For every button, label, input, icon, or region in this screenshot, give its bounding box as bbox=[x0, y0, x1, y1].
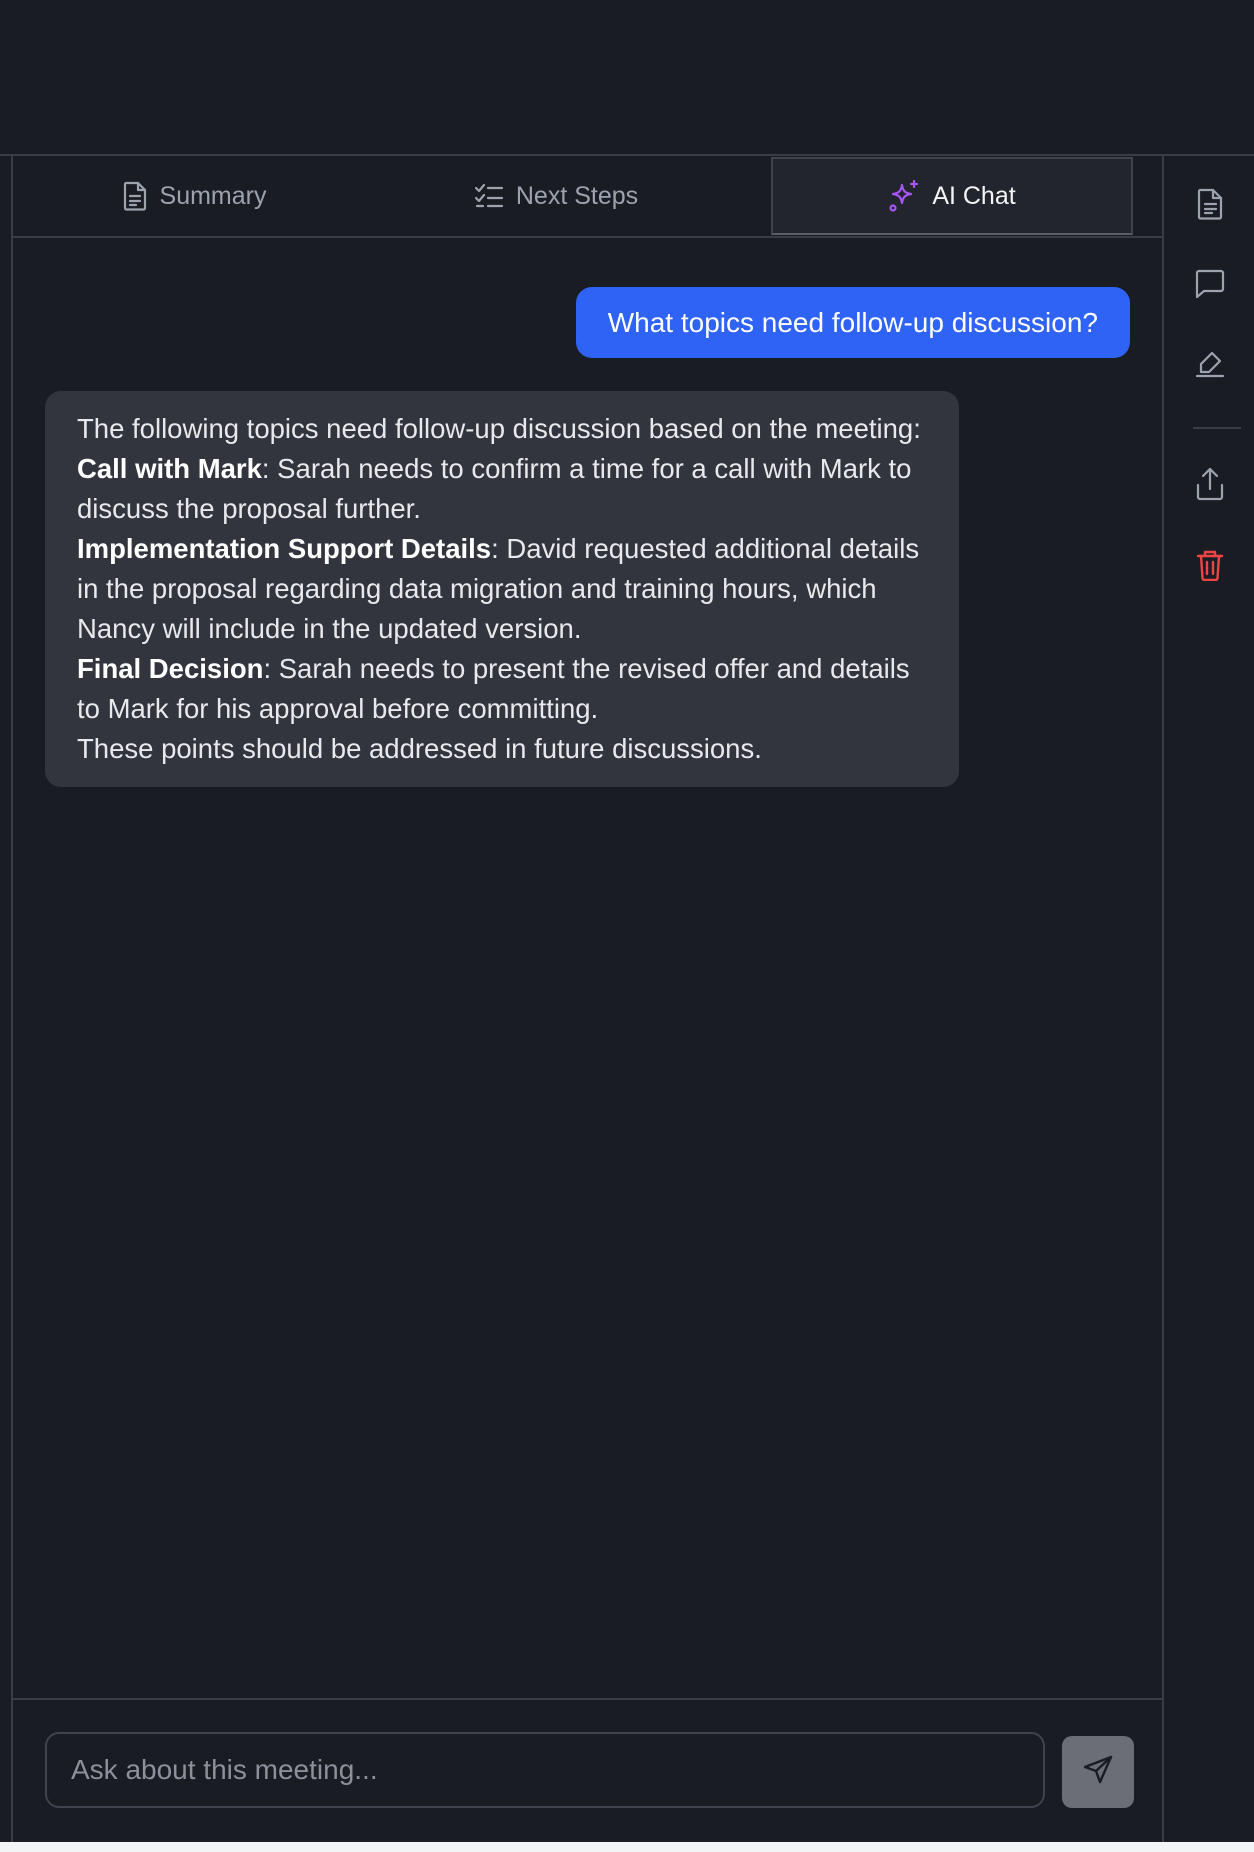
list-item-title: Call with Mark bbox=[77, 453, 262, 484]
tab-label: Next Steps bbox=[515, 181, 639, 210]
tab-summary[interactable]: Summary bbox=[13, 156, 375, 236]
right-rail bbox=[1166, 156, 1254, 1842]
tab-label: Summary bbox=[159, 181, 267, 210]
rail-divider bbox=[1193, 427, 1241, 429]
rail-document-button[interactable] bbox=[1192, 188, 1228, 224]
share-icon bbox=[1195, 467, 1225, 506]
comment-icon bbox=[1194, 268, 1226, 305]
list-item: Call with Mark: Sarah needs to confirm a… bbox=[77, 449, 927, 529]
document-icon bbox=[122, 181, 148, 211]
highlighter-icon bbox=[1194, 349, 1226, 384]
rail-delete-button[interactable] bbox=[1192, 549, 1228, 585]
list-item: Implementation Support Details: David re… bbox=[77, 529, 927, 649]
ai-response-intro: The following topics need follow-up disc… bbox=[77, 413, 921, 444]
bottom-edge bbox=[0, 1842, 1254, 1852]
tab-bar: Summary Next Steps AI Chat bbox=[13, 156, 1162, 238]
tab-ai-chat[interactable]: AI Chat bbox=[771, 157, 1133, 235]
tab-next-steps[interactable]: Next Steps bbox=[375, 156, 737, 236]
divider bbox=[0, 154, 11, 156]
list-item: Final Decision: Sarah needs to present t… bbox=[77, 649, 927, 729]
document-icon bbox=[1196, 188, 1224, 225]
ai-response-closing: These points should be addressed in futu… bbox=[77, 733, 762, 764]
tab-label: AI Chat bbox=[932, 181, 1016, 210]
checklist-icon bbox=[474, 183, 504, 209]
rail-share-button[interactable] bbox=[1192, 467, 1228, 506]
sparkles-icon bbox=[888, 179, 920, 213]
send-button[interactable] bbox=[1062, 1736, 1134, 1808]
list-item-title: Final Decision bbox=[77, 653, 264, 684]
ai-response: The following topics need follow-up disc… bbox=[45, 391, 959, 787]
list-item-title: Implementation Support Details bbox=[77, 533, 492, 564]
send-icon bbox=[1082, 1754, 1114, 1791]
main-panel: Summary Next Steps AI Chat What topics n… bbox=[11, 154, 1164, 1842]
trash-icon bbox=[1196, 549, 1224, 586]
user-message: What topics need follow-up discussion? bbox=[575, 287, 1130, 358]
rail-highlight-button[interactable] bbox=[1192, 348, 1228, 384]
rail-comment-button[interactable] bbox=[1192, 268, 1228, 304]
chat-area[interactable]: What topics need follow-up discussion? T… bbox=[13, 238, 1162, 1698]
chat-input-bar bbox=[13, 1698, 1162, 1842]
app-window: Summary Next Steps AI Chat What topics n… bbox=[0, 0, 1254, 1852]
chat-input[interactable] bbox=[45, 1732, 1045, 1808]
